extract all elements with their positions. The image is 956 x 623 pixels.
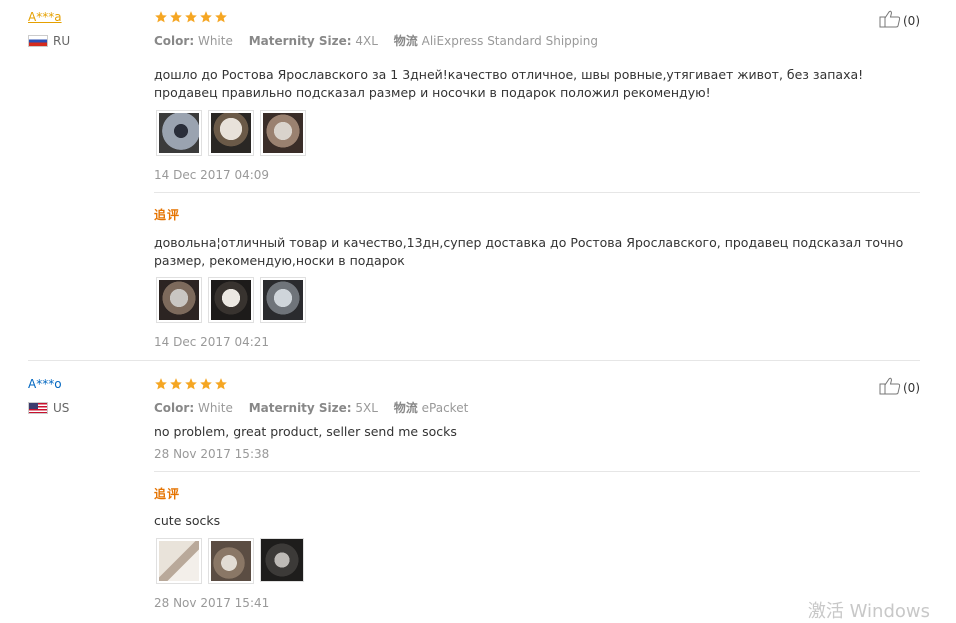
- followup-label: 追评: [154, 487, 181, 501]
- star-icon: [170, 11, 182, 23]
- followup-text: cute socks: [154, 513, 221, 528]
- shipping-label: 物流: [393, 401, 418, 415]
- review-divider: [28, 360, 920, 361]
- review-text: no problem, great product, seller send m…: [154, 424, 457, 439]
- reviewer-info: A***o US: [28, 376, 138, 415]
- followup-date: 28 Nov 2017 15:41: [154, 596, 270, 610]
- size-label: Maternity Size:: [248, 401, 352, 415]
- star-icon: [155, 378, 167, 390]
- review-photo[interactable]: [156, 277, 202, 323]
- size-value: 5XL: [355, 401, 378, 415]
- followup-text: довольна¦отличный товар и качество,13дн,…: [154, 235, 904, 268]
- review-photo[interactable]: [260, 277, 306, 323]
- review-photo[interactable]: [260, 538, 304, 582]
- star-icon: [200, 11, 212, 23]
- review-photo[interactable]: [208, 538, 254, 584]
- followup-date: 14 Dec 2017 04:21: [154, 335, 270, 349]
- star-icon: [215, 11, 227, 23]
- windows-activation-watermark: 激活 Windows: [807, 601, 930, 622]
- helpful-count: (0): [903, 14, 920, 28]
- russia-flag-icon: [28, 35, 48, 47]
- star-icon: [155, 11, 167, 23]
- color-label: Color:: [154, 401, 195, 415]
- reviewer-country: RU: [28, 34, 138, 48]
- star-icon: [215, 378, 227, 390]
- review-photo[interactable]: [260, 110, 306, 156]
- color-value: White: [197, 401, 233, 415]
- followup-photos: [156, 277, 306, 323]
- rating-stars: [154, 377, 228, 391]
- country-code: RU: [53, 34, 71, 48]
- review-photo[interactable]: [208, 277, 254, 323]
- usa-flag-icon: [28, 402, 48, 414]
- shipping-value: ePacket: [421, 401, 469, 415]
- review-photo[interactable]: [156, 538, 202, 584]
- reviewer-info: A***a RU: [28, 9, 138, 48]
- product-attributes: Color: White Maternity Size: 5XL 物流 ePac…: [154, 399, 480, 416]
- followup-photos: [156, 538, 304, 584]
- reviewer-name[interactable]: A***o: [28, 376, 138, 392]
- review-photo[interactable]: [156, 110, 202, 156]
- star-icon: [185, 11, 197, 23]
- helpful-button[interactable]: (0): [879, 377, 920, 395]
- size-label: Maternity Size:: [248, 34, 352, 48]
- star-icon: [170, 378, 182, 390]
- rating-stars: [154, 10, 228, 24]
- product-attributes: Color: White Maternity Size: 4XL 物流 AliE…: [154, 32, 610, 49]
- star-icon: [200, 378, 212, 390]
- size-value: 4XL: [355, 34, 378, 48]
- divider: [154, 471, 920, 472]
- star-icon: [185, 378, 197, 390]
- review-photo[interactable]: [208, 110, 254, 156]
- review-date: 14 Dec 2017 04:09: [154, 168, 270, 182]
- thumbs-up-icon: [879, 377, 901, 395]
- review-photos: [156, 110, 306, 156]
- followup-label: 追评: [154, 208, 181, 222]
- color-label: Color:: [154, 34, 195, 48]
- country-code: US: [53, 401, 70, 415]
- reviewer-country: US: [28, 401, 138, 415]
- shipping-label: 物流: [393, 34, 418, 48]
- shipping-value: AliExpress Standard Shipping: [421, 34, 598, 48]
- reviewer-name[interactable]: A***a: [28, 9, 138, 25]
- review-date: 28 Nov 2017 15:38: [154, 447, 270, 461]
- thumbs-up-icon: [879, 10, 901, 28]
- helpful-button[interactable]: (0): [879, 10, 920, 28]
- review-text: дошло до Ростова Ярославского за 1 3дней…: [154, 67, 864, 100]
- color-value: White: [197, 34, 233, 48]
- helpful-count: (0): [903, 381, 920, 395]
- divider: [154, 192, 920, 193]
